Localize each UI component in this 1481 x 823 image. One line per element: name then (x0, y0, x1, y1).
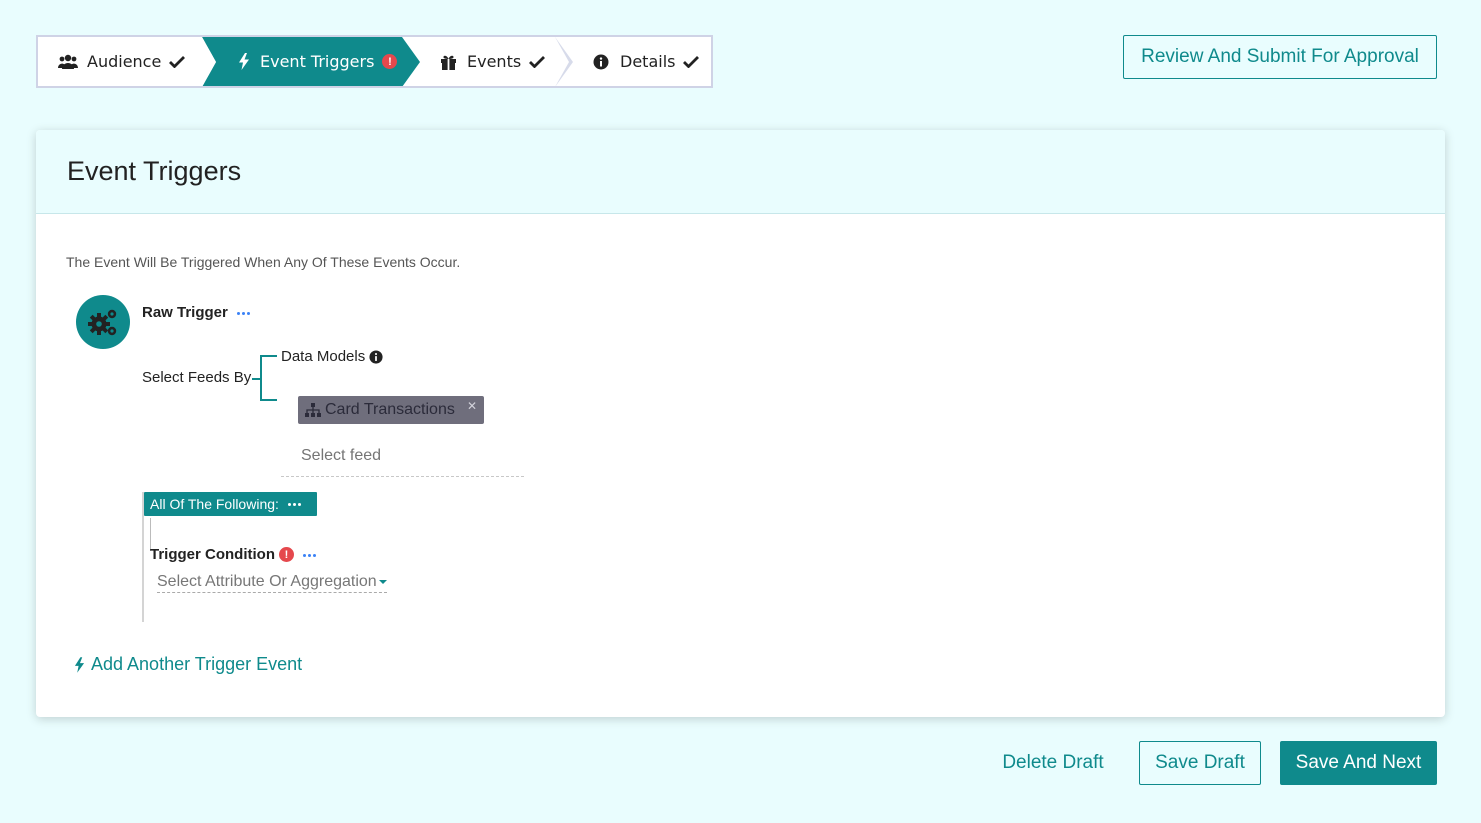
check-icon (169, 55, 186, 68)
bracket-connector (252, 378, 260, 380)
save-draft-button[interactable]: Save Draft (1139, 741, 1261, 785)
more-options-icon[interactable] (237, 312, 250, 315)
check-icon (529, 55, 546, 68)
step-events[interactable]: Events (402, 37, 573, 86)
intro-text: The Event Will Be Triggered When Any Of … (66, 254, 461, 270)
data-models-label: Data Models (281, 348, 366, 365)
remove-chip-icon[interactable]: ✕ (467, 399, 477, 413)
step-details[interactable]: Details (555, 37, 711, 86)
caret-down-icon (378, 580, 387, 584)
save-and-next-button[interactable]: Save And Next (1280, 741, 1437, 785)
step-separator (555, 37, 569, 86)
condition-group-pill[interactable]: All Of The Following: (144, 492, 317, 516)
sitemap-icon (305, 403, 321, 417)
trigger-condition-label: Trigger Condition (150, 546, 275, 563)
event-triggers-card: Event Triggers The Event Will Be Trigger… (36, 130, 1445, 717)
trigger-condition: Trigger Condition ! (150, 546, 294, 563)
selected-feed-chip[interactable]: Card Transactions ✕ (298, 396, 484, 424)
check-icon (683, 55, 700, 68)
group-label: All Of The Following: (150, 496, 279, 512)
step-details-label: Details (620, 52, 676, 71)
delete-draft-button[interactable]: Delete Draft (990, 741, 1116, 785)
more-options-icon[interactable] (303, 554, 316, 557)
review-submit-button[interactable]: Review And Submit For Approval (1123, 35, 1437, 79)
bolt-icon (234, 53, 254, 71)
step-audience-label: Audience (87, 52, 162, 71)
info-icon (591, 53, 611, 71)
add-trigger-link[interactable]: Add Another Trigger Event (74, 654, 302, 675)
raw-trigger-title: Raw Trigger (142, 304, 228, 321)
data-models-option[interactable]: Data Models (281, 348, 383, 365)
page-title: Event Triggers (67, 156, 242, 186)
users-icon (58, 53, 78, 71)
selected-feed-label: Card Transactions (325, 401, 455, 418)
step-separator (202, 37, 216, 86)
bolt-icon (74, 656, 85, 674)
bracket-connector (260, 355, 277, 401)
select-feeds-label: Select Feeds By (142, 369, 252, 386)
step-event-triggers[interactable]: Event Triggers ! (202, 37, 420, 86)
attribute-select[interactable]: Select Attribute Or Aggregation (157, 573, 387, 593)
select-feed-input[interactable] (281, 436, 524, 477)
add-trigger-label: Add Another Trigger Event (91, 654, 303, 674)
error-icon: ! (382, 54, 398, 69)
gift-icon (438, 53, 458, 71)
gears-icon (76, 295, 130, 349)
step-wizard: Audience Event Triggers ! Events Details (36, 35, 713, 88)
card-header: Event Triggers (36, 130, 1445, 214)
info-icon[interactable] (369, 349, 383, 364)
error-icon: ! (279, 547, 294, 562)
step-event-triggers-label: Event Triggers (260, 52, 375, 71)
step-separator (402, 37, 420, 86)
attribute-select-label: Select Attribute Or Aggregation (157, 573, 377, 590)
step-audience[interactable]: Audience (38, 37, 216, 86)
more-options-icon[interactable] (287, 502, 301, 506)
step-events-label: Events (467, 52, 522, 71)
